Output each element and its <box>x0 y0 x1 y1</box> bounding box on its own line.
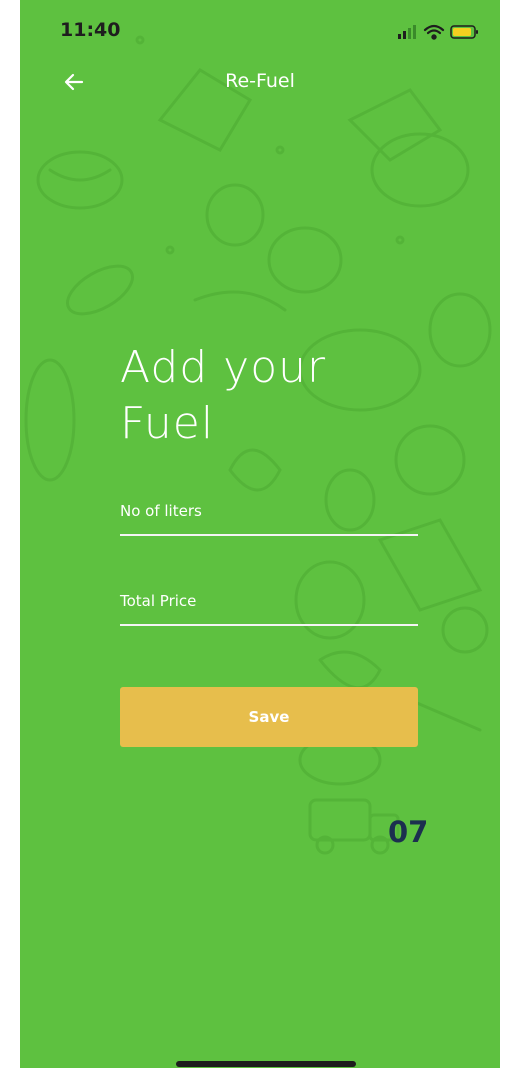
wifi-icon <box>423 24 445 40</box>
total-price-field[interactable]: Total Price <box>120 584 418 626</box>
battery-icon <box>450 25 478 39</box>
status-bar: 11:40 <box>20 0 500 60</box>
nav-title: Re-Fuel <box>225 70 295 92</box>
heading-line-2: Fuel <box>120 398 215 449</box>
page-heading: Add your Fuel <box>120 340 440 452</box>
liters-field[interactable]: No of liters <box>120 494 418 536</box>
navigation-bar: Re-Fuel <box>20 60 500 108</box>
liters-input[interactable] <box>120 494 418 534</box>
home-indicator[interactable] <box>176 1061 356 1067</box>
heading-line-1: Add your <box>120 342 327 393</box>
cellular-signal-icon <box>398 25 416 39</box>
page-number: 07 <box>388 815 429 849</box>
status-icons <box>398 24 478 40</box>
app-screen: 11:40 Re-Fuel Add your Fuel No of liters… <box>20 0 500 1068</box>
total-price-input[interactable] <box>120 584 418 624</box>
status-time: 11:40 <box>60 19 121 41</box>
save-button[interactable]: Save <box>120 687 418 747</box>
